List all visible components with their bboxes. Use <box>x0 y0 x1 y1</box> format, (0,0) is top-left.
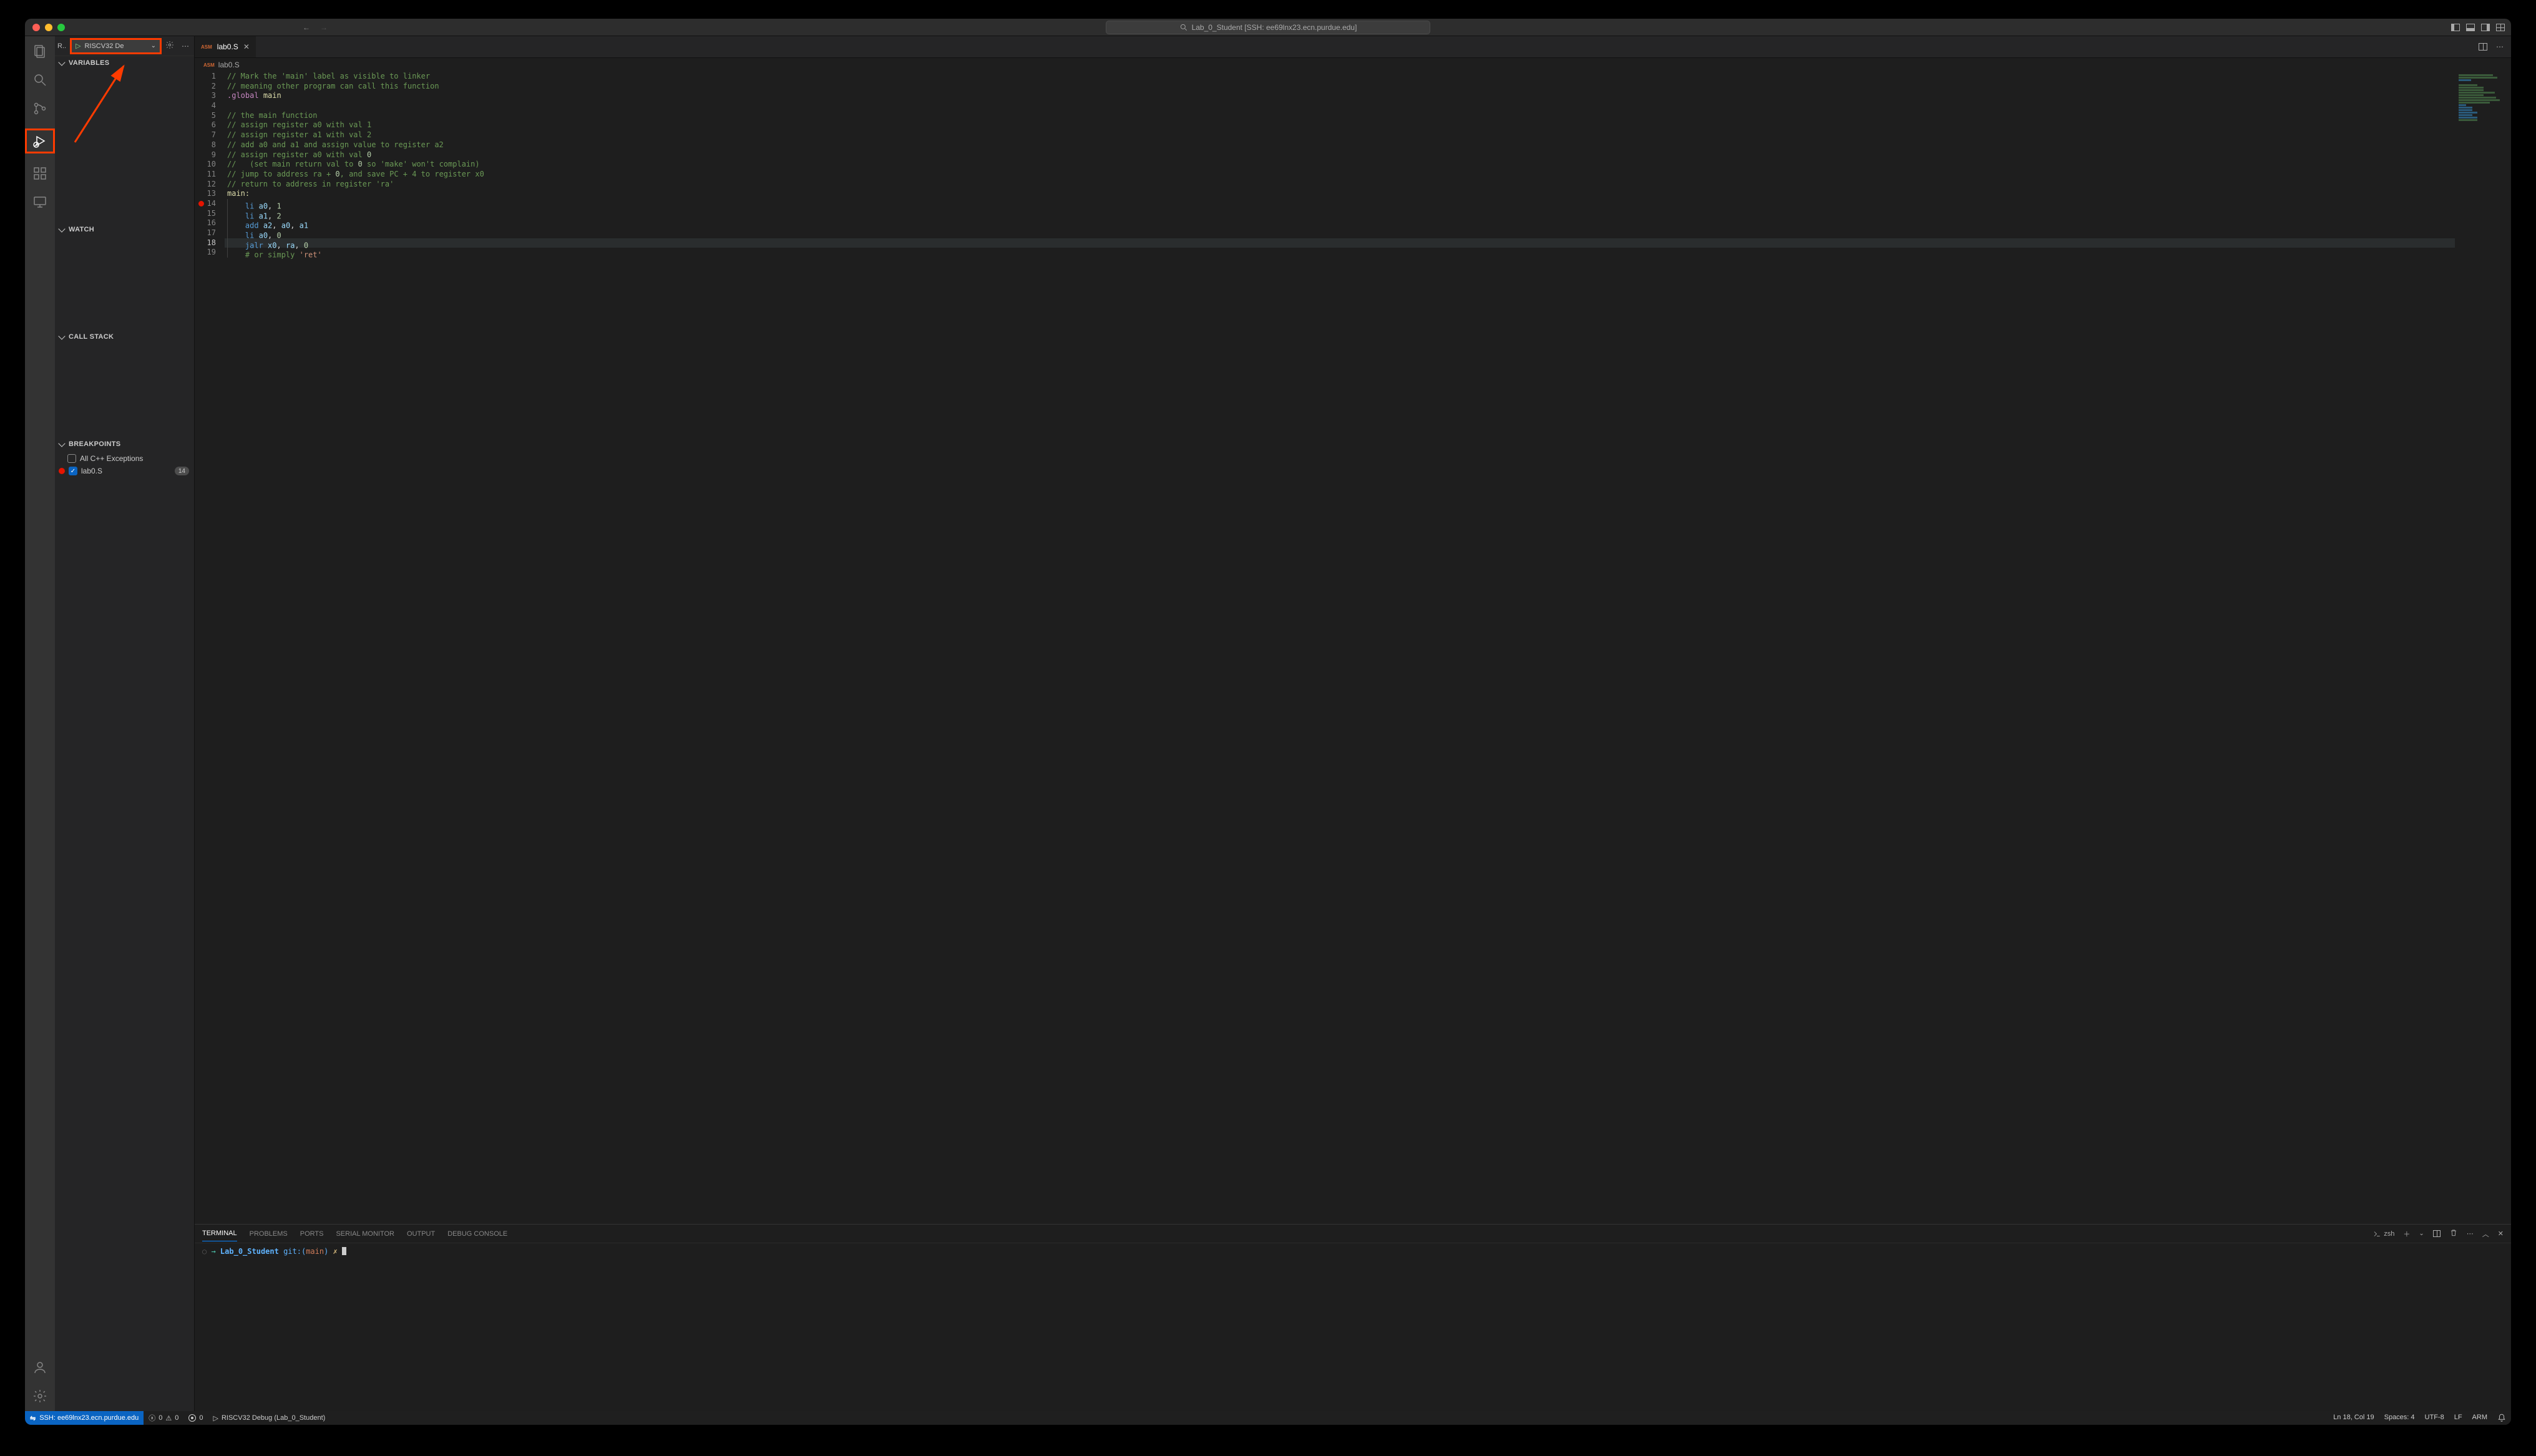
terminal-profile[interactable]: zsh <box>2373 1230 2394 1238</box>
debug-settings-gear-icon[interactable] <box>163 41 177 51</box>
status-bar: ⇋ SSH: ee69lnx23.ecn.purdue.edu ⓧ0 ⚠0 0 … <box>25 1411 2511 1425</box>
window-zoom-button[interactable] <box>57 24 65 31</box>
breakpoint-all-cpp-exceptions[interactable]: All C++ Exceptions <box>55 452 194 465</box>
chevron-down-icon <box>58 332 65 339</box>
activity-bar <box>25 36 55 1411</box>
status-ports[interactable]: 0 <box>183 1411 208 1425</box>
toggle-secondary-sidebar-icon[interactable] <box>2481 24 2490 31</box>
error-icon: ⓧ <box>149 1413 155 1423</box>
window-minimize-button[interactable] <box>45 24 52 31</box>
asm-file-icon: ASM <box>201 44 212 50</box>
debug-sidebar: R.. ▷ RISCV32 De ⌄ ⋯ VARIABLES <box>55 36 195 1411</box>
settings-gear-icon[interactable] <box>32 1389 47 1404</box>
run-and-debug-icon[interactable] <box>26 130 54 152</box>
search-icon[interactable] <box>32 72 47 87</box>
toggle-panel-icon[interactable] <box>2466 24 2475 31</box>
panel-tab-output[interactable]: OUTPUT <box>407 1226 435 1241</box>
explorer-icon[interactable] <box>32 44 47 59</box>
editor-area: ASM lab0.S ✕ ⋯ ASM lab0.S 12345678910111… <box>195 36 2511 1411</box>
search-icon <box>1179 23 1188 32</box>
breadcrumb[interactable]: ASM lab0.S <box>195 58 2511 72</box>
status-launch-config[interactable]: ▷ RISCV32 Debug (Lab_0_Student) <box>208 1411 330 1425</box>
terminal[interactable]: ○ → Lab_0_Student git:(main) ✗ <box>195 1243 2511 1411</box>
start-debug-icon[interactable]: ▷ <box>76 42 80 50</box>
callstack-section-header[interactable]: CALL STACK <box>55 330 194 344</box>
chevron-down-icon[interactable]: ⌄ <box>151 42 156 49</box>
status-indentation[interactable]: Spaces: 4 <box>2379 1414 2420 1421</box>
customize-layout-icon[interactable] <box>2496 24 2505 31</box>
breakpoint-lab0[interactable]: ✓ lab0.S 14 <box>55 465 194 477</box>
terminal-icon <box>2373 1230 2381 1238</box>
checkbox-checked[interactable]: ✓ <box>69 467 77 475</box>
variables-section-header[interactable]: VARIABLES <box>55 56 194 70</box>
tab-label: lab0.S <box>217 42 238 51</box>
terminal-dropdown-icon[interactable]: ⌄ <box>2419 1230 2424 1237</box>
status-language[interactable]: ARM <box>2467 1414 2492 1421</box>
panel-tabs: TERMINAL PROBLEMS PORTS SERIAL MONITOR OUTPU… <box>195 1225 2511 1243</box>
panel-tab-debug-console[interactable]: DEBUG CONSOLE <box>447 1226 507 1241</box>
split-editor-icon[interactable] <box>2479 43 2487 51</box>
panel-tab-ports[interactable]: PORTS <box>300 1226 324 1241</box>
panel-tab-terminal[interactable]: TERMINAL <box>202 1226 237 1241</box>
breakpoints-section-header[interactable]: BREAKPOINTS <box>55 437 194 451</box>
ports-icon <box>188 1414 196 1422</box>
checkbox-unchecked[interactable] <box>67 454 76 463</box>
watch-section-header[interactable]: WATCH <box>55 223 194 236</box>
status-notifications-icon[interactable] <box>2492 1414 2511 1422</box>
maximize-panel-icon[interactable]: ︿ <box>2482 1229 2489 1239</box>
status-cursor-position[interactable]: Ln 18, Col 19 <box>2328 1414 2379 1421</box>
toggle-primary-sidebar-icon[interactable] <box>2451 24 2460 31</box>
nav-forward-button[interactable]: → <box>320 23 328 32</box>
accounts-icon[interactable] <box>32 1360 47 1375</box>
status-remote[interactable]: ⇋ SSH: ee69lnx23.ecn.purdue.edu <box>25 1411 144 1425</box>
terminal-cursor <box>342 1247 346 1255</box>
panel-tab-serial-monitor[interactable]: SERIAL MONITOR <box>336 1226 394 1241</box>
window-close-button[interactable] <box>32 24 40 31</box>
kill-terminal-icon[interactable] <box>2449 1228 2458 1239</box>
status-encoding[interactable]: UTF-8 <box>2420 1414 2449 1421</box>
split-terminal-icon[interactable] <box>2433 1230 2441 1237</box>
debug-more-icon[interactable]: ⋯ <box>179 42 192 51</box>
minimap[interactable] <box>2455 72 2511 1224</box>
chevron-down-icon <box>58 440 65 447</box>
panel-more-icon[interactable]: ⋯ <box>2467 1230 2474 1238</box>
debug-alt-icon: ▷ <box>213 1414 218 1422</box>
source-control-icon[interactable] <box>32 101 47 116</box>
asm-file-icon: ASM <box>203 62 215 68</box>
close-panel-icon[interactable]: ✕ <box>2498 1230 2504 1238</box>
editor-tabs: ASM lab0.S ✕ ⋯ <box>195 36 2511 58</box>
bottom-panel: TERMINAL PROBLEMS PORTS SERIAL MONITOR OUTPU… <box>195 1224 2511 1411</box>
remote-explorer-icon[interactable] <box>32 195 47 210</box>
editor-more-icon[interactable]: ⋯ <box>2496 42 2504 51</box>
panel-tab-problems[interactable]: PROBLEMS <box>250 1226 288 1241</box>
chevron-down-icon <box>58 59 65 66</box>
status-eol[interactable]: LF <box>2449 1414 2467 1421</box>
code-editor[interactable]: 12345678910111213141516171819 // Mark th… <box>195 72 2511 1224</box>
command-center[interactable]: Lab_0_Student [SSH: ee69lnx23.ecn.purdue… <box>1106 21 1430 34</box>
breakpoint-line-badge: 14 <box>175 467 189 475</box>
debug-config-name: RISCV32 De <box>84 42 147 50</box>
extensions-icon[interactable] <box>32 166 47 181</box>
chevron-down-icon <box>58 225 65 232</box>
status-problems[interactable]: ⓧ0 ⚠0 <box>144 1411 183 1425</box>
title-bar: ← → Lab_0_Student [SSH: ee69lnx23.ecn.pu… <box>25 19 2511 36</box>
breakpoint-dot-icon <box>59 468 65 474</box>
new-terminal-button[interactable]: ＋ <box>2403 1229 2410 1239</box>
command-center-text: Lab_0_Student [SSH: ee69lnx23.ecn.purdue… <box>1192 23 1357 32</box>
debug-view-title: R.. <box>57 42 69 50</box>
debug-launch-selector[interactable]: ▷ RISCV32 De ⌄ <box>71 39 160 53</box>
warning-icon: ⚠ <box>165 1414 172 1422</box>
tab-close-icon[interactable]: ✕ <box>243 42 250 51</box>
nav-back-button[interactable]: ← <box>303 23 310 32</box>
tab-lab0[interactable]: ASM lab0.S ✕ <box>195 36 256 57</box>
remote-icon: ⇋ <box>30 1414 36 1422</box>
